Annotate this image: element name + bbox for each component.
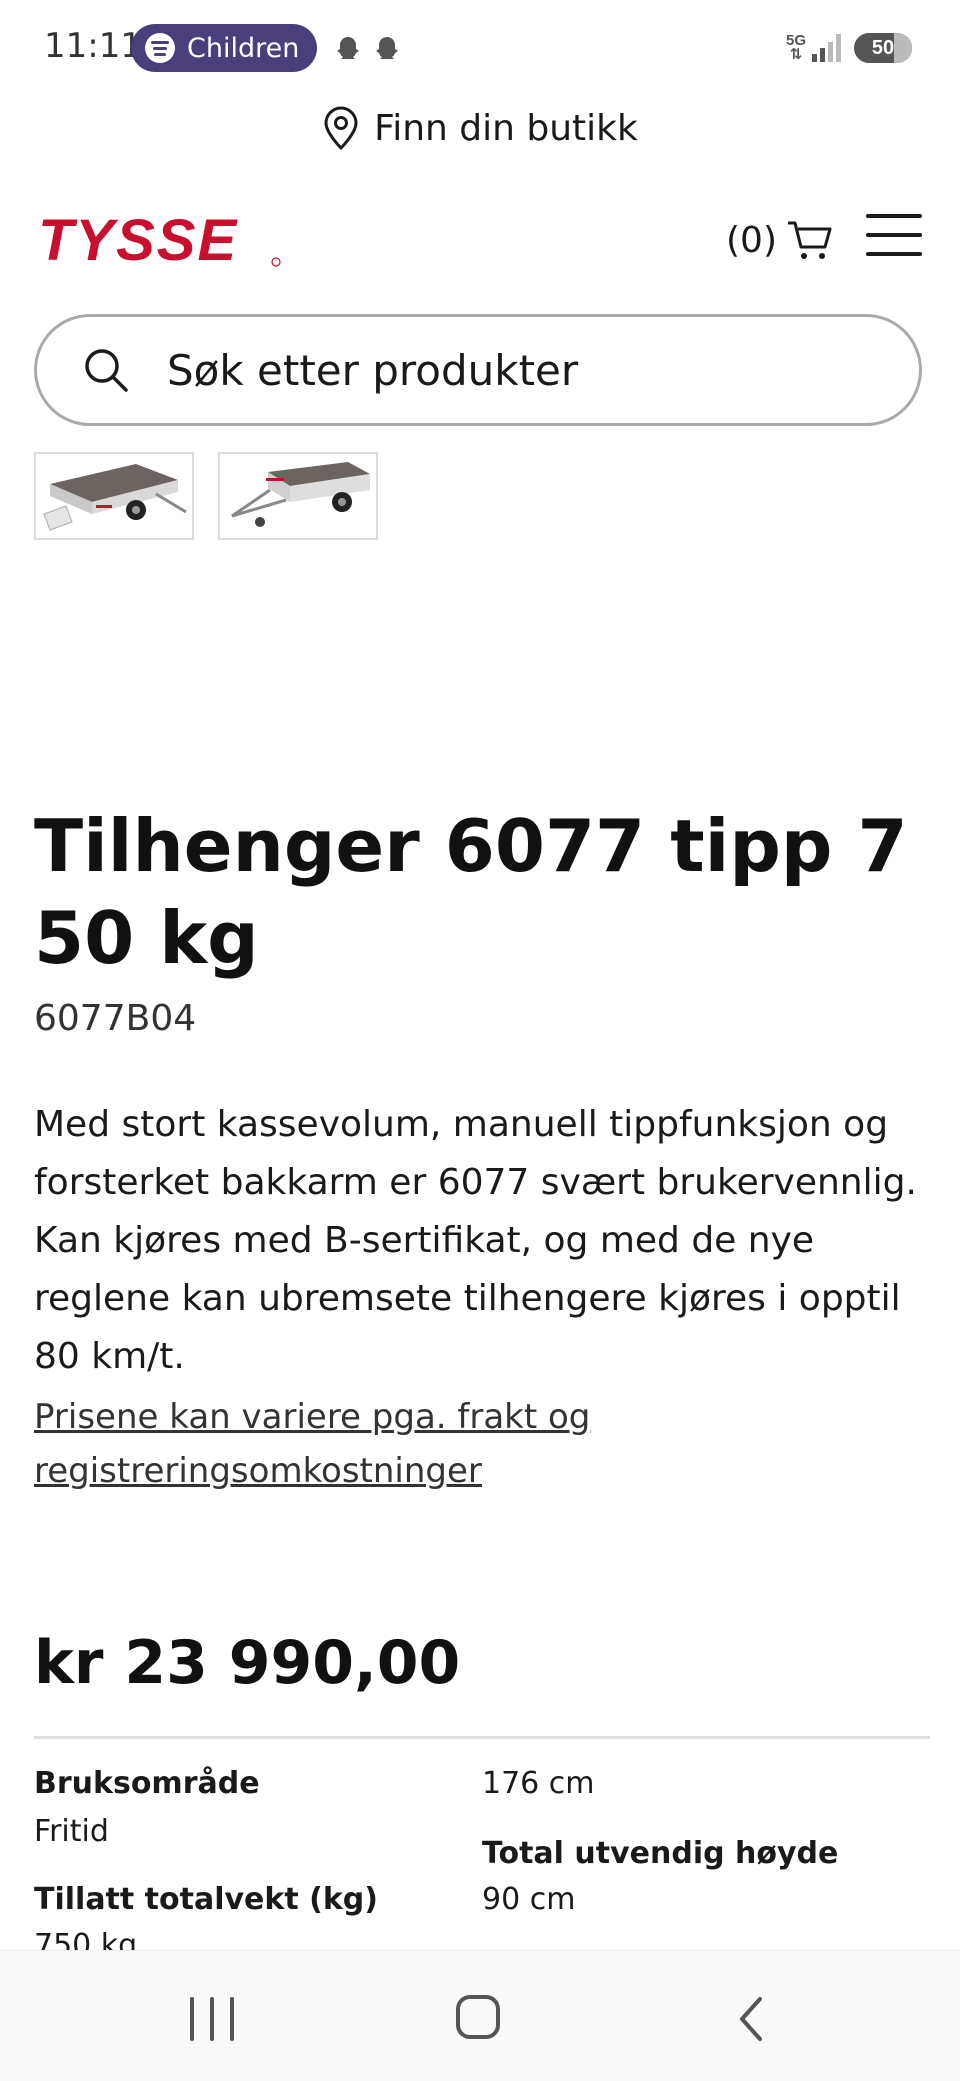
svg-text:TYSSE: TYSSE (38, 210, 238, 270)
search-bar[interactable] (34, 314, 922, 426)
media-app-label: Children (187, 32, 300, 64)
store-finder-link[interactable]: Finn din butikk (0, 100, 960, 156)
cart-button[interactable]: (0) (726, 210, 833, 270)
network-type: 5G ⇅ (785, 32, 806, 63)
android-navigation-bar (0, 1950, 960, 2081)
spec-label-usage: Bruksområde (34, 1766, 260, 1801)
store-finder-label: Finn din butikk (374, 107, 638, 149)
divider (34, 1736, 930, 1739)
product-thumbnail-1[interactable] (34, 452, 194, 540)
spec-value-length: 176 cm (482, 1766, 595, 1801)
system-icons: 5G ⇅ 50 (786, 30, 912, 66)
trailer-image (231, 462, 370, 527)
spotify-icon (145, 33, 175, 63)
spotify-media-pill[interactable]: Children (131, 24, 317, 72)
spec-value-total-height: 90 cm (482, 1882, 576, 1917)
spec-label-total-weight: Tillatt totalvekt (kg) (34, 1882, 378, 1917)
spec-label-total-height: Total utvendig høyde (482, 1836, 839, 1871)
status-bar: 11:11 Children 5G ⇅ 50 (0, 0, 960, 96)
search-icon (85, 349, 128, 392)
location-pin-icon (324, 106, 358, 150)
status-time: 11:11 (44, 26, 142, 66)
product-price: kr 23 990,00 (34, 1628, 461, 1698)
product-thumbnail-2[interactable] (218, 452, 378, 540)
battery-icon: 50 (854, 33, 912, 63)
cart-count: (0) (726, 219, 777, 261)
back-icon[interactable] (732, 1995, 772, 2043)
home-icon[interactable] (456, 1995, 500, 2039)
price-note-link[interactable]: Prisene kan variere pga. frakt og regist… (34, 1390, 634, 1498)
product-title: Tilhenger 6077 tipp 750 kg (34, 804, 908, 980)
product-sku: 6077B04 (34, 998, 197, 1039)
site-header: TYSSE (0) (0, 190, 960, 290)
spec-value-usage: Fritid (34, 1814, 109, 1849)
hamburger-menu-icon[interactable] (866, 214, 922, 260)
product-description: Med stort kassevolum, manuell tippfunksj… (34, 1104, 917, 1377)
signal-icon (812, 34, 844, 62)
search-input[interactable] (165, 344, 869, 396)
battery-level: 50 (871, 36, 895, 59)
tysse-logo[interactable]: TYSSE (34, 210, 286, 270)
trailer-image (43, 464, 187, 531)
cart-icon (788, 221, 832, 259)
snapchat-ghost-icon (376, 37, 398, 59)
recents-icon[interactable] (190, 1997, 234, 2041)
snapchat-ghost-icon (337, 37, 359, 59)
